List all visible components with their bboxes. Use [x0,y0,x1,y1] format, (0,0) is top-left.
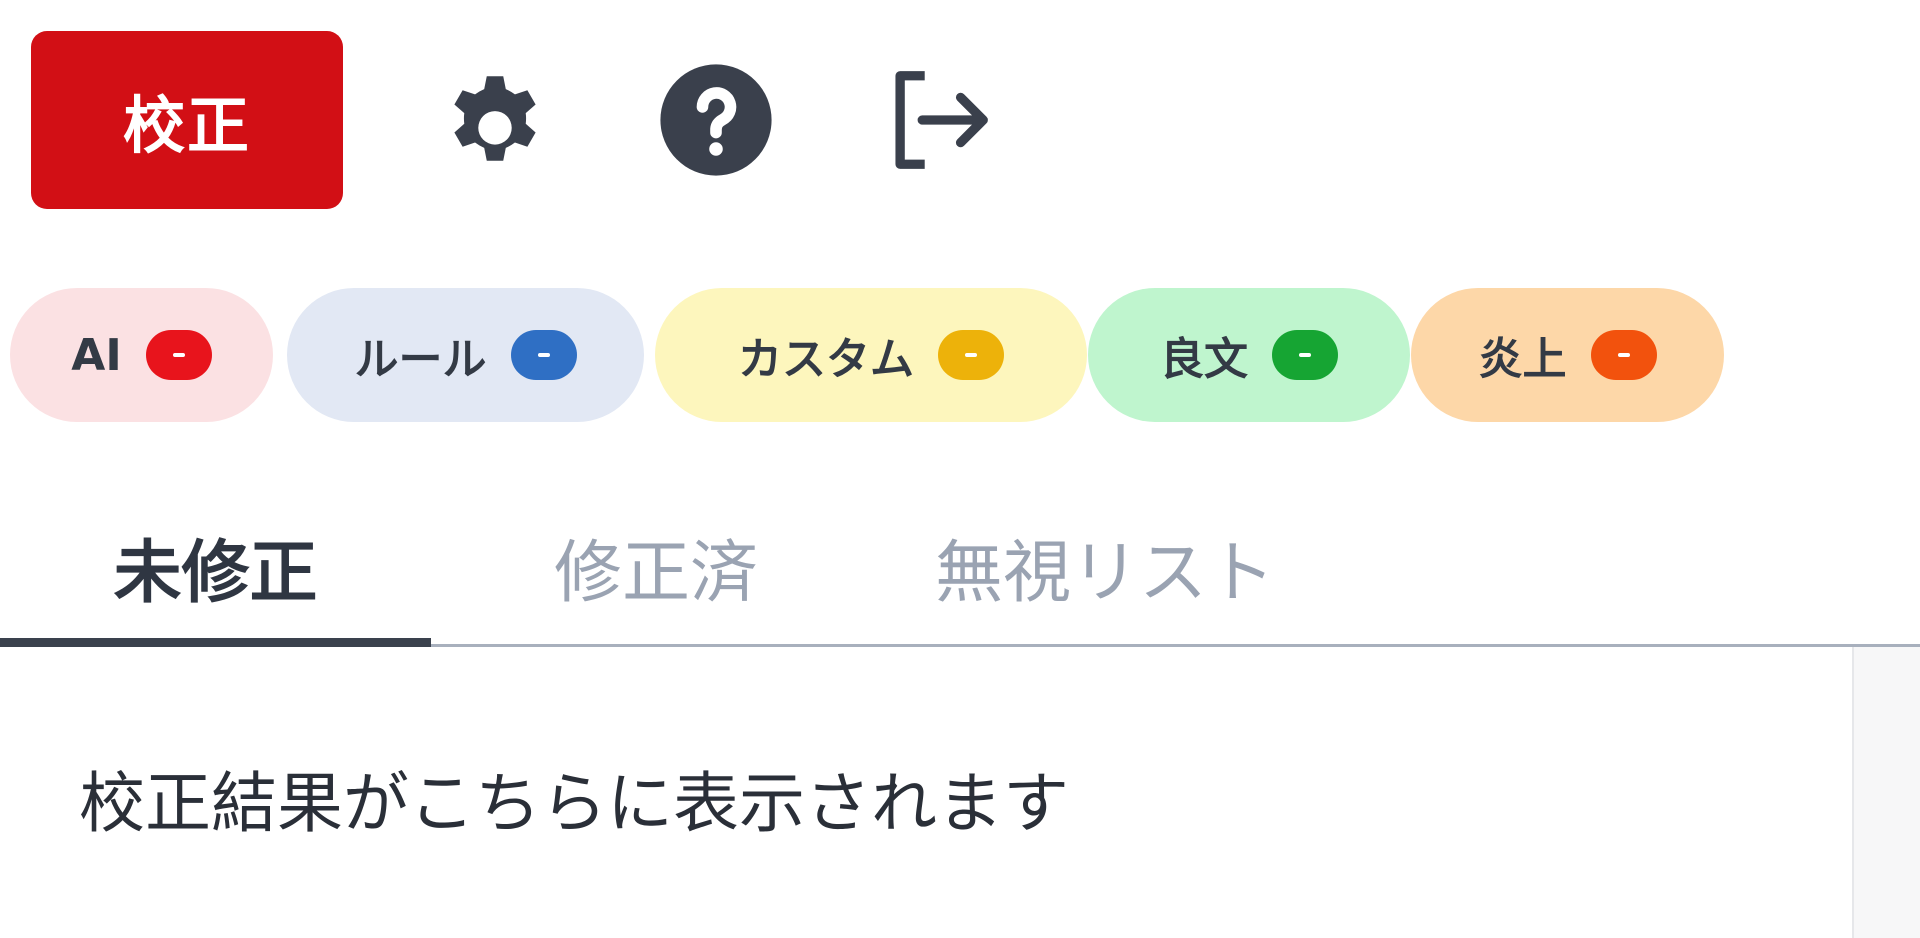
chip-toggle-icon[interactable] [145,330,212,380]
gear-icon [454,76,536,161]
chip-label: AI [71,329,122,381]
empty-results-message: 校正結果がこちらに表示されます [79,765,1069,842]
tab-unfixed[interactable]: 未修正 [0,485,431,647]
results-area: 校正結果がこちらに表示されます [0,647,1852,938]
chip-flaming[interactable]: 炎上 [1411,288,1724,422]
toolbar: 校正 [31,31,988,209]
logout-icon [895,71,988,169]
proofread-button[interactable]: 校正 [31,31,343,209]
tab-label: 修正済 [553,533,758,613]
chip-ai[interactable]: AI [10,288,273,422]
chip-custom[interactable]: カスタム [655,288,1087,422]
chip-good-sentence[interactable]: 良文 [1088,288,1410,422]
chip-toggle-icon[interactable] [1590,330,1657,380]
help-icon [660,64,772,176]
chip-label: 良文 [1160,334,1248,385]
active-tab-indicator [0,638,431,647]
chip-label: 炎上 [1478,334,1567,385]
tab-fixed[interactable]: 修正済 [485,485,827,647]
proofread-panel: 校正 AI ルール カスタム 良文 炎上 未修正 修正済 無視リスト 校正結果が… [0,0,1920,938]
chip-toggle-icon[interactable] [938,330,1004,380]
chip-toggle-icon[interactable] [510,330,577,380]
tab-label: 未修正 [113,533,318,613]
chip-label: ルール [354,334,487,385]
tab-ignore-list[interactable]: 無視リスト [880,485,1330,647]
chip-label: カスタム [738,334,914,385]
scrollbar-track[interactable] [1852,647,1920,938]
help-button[interactable] [656,31,776,209]
tab-label: 無視リスト [934,533,1275,613]
settings-button[interactable] [435,31,555,209]
chip-rule[interactable]: ルール [287,288,644,422]
result-tabs: 未修正 修正済 無視リスト [0,485,1920,647]
chip-toggle-icon[interactable] [1272,330,1338,380]
logout-button[interactable] [877,31,997,209]
